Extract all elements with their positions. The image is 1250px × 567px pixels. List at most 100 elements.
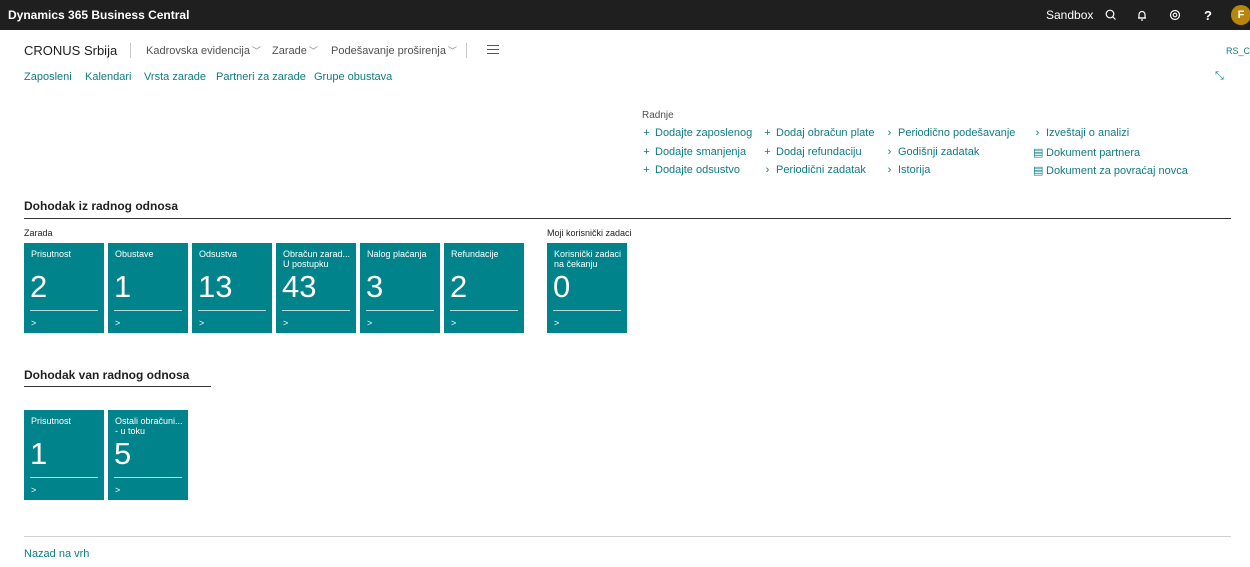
chevron-right-icon: > (283, 318, 289, 328)
company-name[interactable]: CRONUS Srbija (24, 43, 117, 58)
tile-divider (30, 477, 98, 478)
action-dodajte-odsustvo[interactable]: + Dodajte odsustvo (642, 164, 740, 176)
chevron-right-icon: › (887, 164, 892, 176)
menu-podesavanje-prosirenja[interactable]: Podešavanje proširenja ﹀ (331, 44, 457, 57)
action-label: Periodični zadatak (776, 164, 866, 176)
group-title-moji-korisnicki-zadaci: Moji korisnički zadaci (547, 228, 632, 238)
avatar[interactable]: F (1231, 5, 1250, 25)
chevron-right-icon: › (765, 164, 770, 176)
bell-icon[interactable] (1134, 7, 1150, 23)
chevron-right-icon: › (887, 127, 892, 139)
tile-prisutnost-van-radnog-odnosa[interactable]: Prisutnost 1 > (24, 410, 104, 500)
search-icon[interactable] (1103, 7, 1119, 23)
nav-link-zaposleni[interactable]: Zaposleni (24, 71, 72, 83)
chevron-right-icon: › (1035, 127, 1040, 139)
action-dodaj-obracun-plate[interactable]: + Dodaj obračun plate (763, 127, 874, 139)
divider (130, 43, 131, 58)
app-title[interactable]: Dynamics 365 Business Central (8, 8, 189, 22)
actions-title: Radnje (642, 110, 674, 121)
environment-label[interactable]: Sandbox (1046, 8, 1093, 22)
tile-value: 13 (198, 269, 233, 304)
chevron-right-icon: > (115, 318, 121, 328)
hamburger-menu-icon[interactable] (487, 45, 499, 54)
group-title-zarada: Zarada (24, 228, 53, 238)
action-periodicni-zadatak[interactable]: › Periodični zadatak (763, 164, 866, 176)
action-label: Dodaj obračun plate (776, 127, 875, 139)
tile-label: Obračun zarad... U postupku (283, 249, 351, 269)
section-divider (24, 218, 1231, 219)
plus-icon: + (643, 146, 650, 158)
menu-kadrovska-evidencija[interactable]: Kadrovska evidencija ﹀ (146, 44, 261, 57)
action-label: Dodajte smanjenja (655, 146, 747, 158)
action-dodaj-refundaciju[interactable]: + Dodaj refundaciju (763, 146, 861, 158)
document-icon: ▤ (1033, 165, 1044, 177)
plus-icon: + (764, 127, 771, 139)
chevron-right-icon: > (554, 318, 560, 328)
menu-label: Podešavanje proširenja (331, 45, 446, 57)
tile-label: Prisutnost (31, 249, 72, 259)
action-dodajte-smanjenja[interactable]: + Dodajte smanjenja (642, 146, 746, 158)
action-label: Dodajte zaposlenog (655, 127, 753, 139)
gear-icon[interactable] (1167, 7, 1183, 23)
tile-obracun-zarada-u-postupku[interactable]: Obračun zarad... U postupku 43 > (276, 243, 356, 333)
section-title-dohodak-iz-radnog-odnosa[interactable]: Dohodak iz radnog odnosa (24, 199, 178, 213)
plus-icon: + (643, 127, 650, 139)
tile-value: 2 (30, 269, 48, 304)
nav-link-grupe-obustava[interactable]: Grupe obustava (314, 71, 392, 83)
tile-value: 2 (450, 269, 468, 304)
chevron-right-icon: > (199, 318, 205, 328)
nav-link-kalendari[interactable]: Kalendari (85, 71, 131, 83)
tile-ostali-obracuni-u-toku[interactable]: Ostali obračuni... - u toku 5 > (108, 410, 188, 500)
chevron-down-icon: ﹀ (308, 46, 318, 56)
tile-label: Korisnički zadaci na čekanju (554, 249, 622, 269)
nav-link-vrsta-zarade[interactable]: Vrsta zarade (144, 71, 206, 83)
action-label: Periodično podešavanje (898, 127, 1016, 139)
tile-obustave[interactable]: Obustave 1 > (108, 243, 188, 333)
action-dodajte-zaposlenog[interactable]: + Dodajte zaposlenog (642, 127, 752, 139)
divider (466, 43, 467, 58)
tile-label: Ostali obračuni... - u toku (115, 416, 183, 436)
action-dokument-za-povracaj-novca[interactable]: ▤ Dokument za povraćaj novca (1033, 164, 1188, 177)
tile-korisnicki-zadaci-na-cekanju[interactable]: Korisnički zadaci na čekanju 0 > (547, 243, 627, 333)
tile-value: 3 (366, 269, 384, 304)
tile-divider (553, 310, 621, 311)
menu-zarade[interactable]: Zarade ﹀ (272, 44, 318, 57)
chevron-right-icon: > (367, 318, 373, 328)
tile-label: Obustave (115, 249, 154, 259)
document-icon: ▤ (1033, 147, 1044, 159)
action-label: Izveštaji o analizi (1046, 127, 1130, 139)
tile-value: 0 (553, 269, 571, 304)
tile-nalog-placanja[interactable]: Nalog plaćanja 3 > (360, 243, 440, 333)
nav-link-partneri-za-zarade[interactable]: Partneri za zarade (216, 71, 306, 83)
action-label: Godišnji zadatak (898, 146, 980, 158)
chevron-right-icon: › (887, 146, 892, 158)
chevron-right-icon: > (31, 318, 37, 328)
profile-code[interactable]: RS_C (1226, 46, 1250, 56)
tile-divider (366, 310, 434, 311)
action-godisnji-zadatak[interactable]: › Godišnji zadatak (885, 146, 980, 158)
action-periodicno-podesavanje[interactable]: › Periodično podešavanje (885, 127, 1016, 139)
action-dokument-partnera[interactable]: ▤ Dokument partnera (1033, 146, 1140, 159)
tile-prisutnost[interactable]: Prisutnost 2 > (24, 243, 104, 333)
chevron-right-icon: > (451, 318, 457, 328)
tile-divider (198, 310, 266, 311)
action-label: Dokument partnera (1046, 147, 1141, 159)
plus-icon: + (643, 164, 650, 176)
tile-value: 43 (282, 269, 317, 304)
tile-odsustva[interactable]: Odsustva 13 > (192, 243, 272, 333)
action-izvestaji-o-analizi[interactable]: › Izveštaji o analizi (1033, 127, 1130, 139)
chevron-down-icon: ﹀ (447, 46, 457, 56)
action-istorija[interactable]: › Istorija (885, 164, 931, 176)
tile-value: 1 (30, 436, 48, 471)
section-title-dohodak-van-radnog-odnosa[interactable]: Dohodak van radnog odnosa (24, 368, 189, 382)
tile-value: 5 (114, 436, 132, 471)
back-to-top-link[interactable]: Nazad na vrh (24, 548, 89, 560)
tile-refundacije[interactable]: Refundacije 2 > (444, 243, 524, 333)
tile-divider (30, 310, 98, 311)
top-bar: Dynamics 365 Business Central Sandbox ? … (0, 0, 1250, 30)
collapse-icon[interactable]: ⤡ (1215, 70, 1224, 83)
tile-divider (114, 477, 182, 478)
help-icon[interactable]: ? (1200, 8, 1216, 24)
menu-label: Kadrovska evidencija (146, 45, 250, 57)
menu-label: Zarade (272, 45, 307, 57)
